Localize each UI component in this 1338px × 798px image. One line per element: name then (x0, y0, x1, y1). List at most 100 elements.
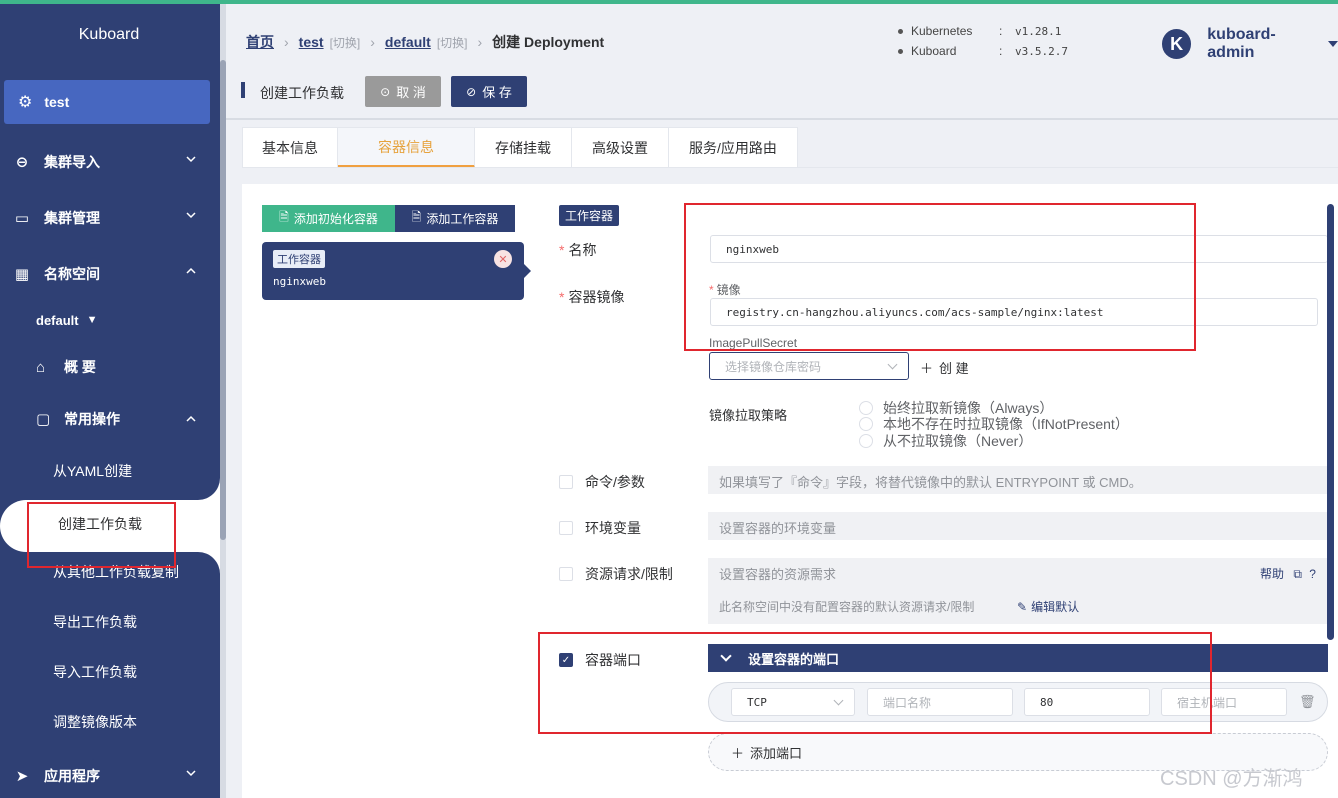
create-secret-link[interactable]: ＋ 创 建 (920, 358, 969, 377)
cluster-name: test (44, 94, 70, 110)
switch-cluster-link[interactable]: [切换] (330, 34, 361, 51)
name-label: * 名称 (559, 242, 597, 258)
send-icon: ➤ (15, 768, 29, 785)
title-marker (241, 82, 245, 98)
sidebar-item-overview[interactable]: ⌂ 概 要 (36, 347, 96, 387)
sidebar-leaf-export[interactable]: 导出工作负载 (53, 604, 137, 640)
add-init-container-button[interactable]: 🗎 添加初始化容器 (262, 205, 395, 232)
sidebar-leaf-import[interactable]: 导入工作负载 (53, 654, 137, 690)
plus-icon: ＋ (731, 745, 745, 761)
namespace-name: default (36, 312, 79, 328)
cancel-button[interactable]: ⊙ 取 消 (365, 76, 441, 107)
add-work-container-button[interactable]: 🗎 添加工作容器 (395, 205, 515, 232)
cancel-icon: ⊙ (380, 84, 391, 99)
page-title: 创建工作负载 (260, 85, 344, 101)
sidebar-item-label: 名称空间 (44, 266, 100, 282)
version-colon: : (999, 44, 1003, 58)
breadcrumb-home[interactable]: 首页 (246, 32, 274, 52)
version-kuboard: Kuboard : v3.5.2.7 (898, 44, 1068, 58)
resources-hint-bar: 设置容器的资源需求 帮助 ⧉ ? 此名称空间中没有配置容器的默认资源请求/限制 … (708, 558, 1328, 624)
sidebar-leaf-image-version[interactable]: 调整镜像版本 (53, 704, 137, 740)
version-key: Kuboard (911, 44, 957, 58)
highlight-box-ports (538, 632, 1212, 734)
tab-storage[interactable]: 存储挂载 (475, 127, 572, 168)
app-logo: Kuboard (78, 26, 140, 43)
env-checkbox[interactable]: 环境变量 (559, 518, 641, 538)
chevron-down-icon (186, 156, 196, 163)
sidebar-cluster-test[interactable]: ⚙ test (4, 80, 210, 124)
user-menu[interactable]: K kuboard-admin (1162, 26, 1338, 62)
tab-underline (242, 167, 1338, 168)
pull-secret-select[interactable]: 选择镜像仓库密码 (709, 352, 909, 380)
container-card-nginxweb[interactable]: 工作容器 nginxweb ✕ (262, 242, 531, 300)
help-link[interactable]: 帮助 ⧉ ? (1260, 565, 1316, 582)
hint-text: 设置容器的环境变量 (719, 521, 837, 536)
breadcrumb-cluster[interactable]: test (299, 34, 324, 50)
divider (226, 118, 1338, 120)
tab-basic-info[interactable]: 基本信息 (242, 127, 338, 168)
sidebar-leaf-yaml[interactable]: 从YAML创建 (53, 453, 132, 489)
namespace-selector[interactable]: default ▼ (36, 300, 98, 340)
bullet-icon (898, 48, 903, 54)
tab-bar: 基本信息 容器信息 存储挂载 高级设置 服务/应用路由 (242, 127, 798, 168)
sidebar-item-label: 常用操作 (64, 411, 120, 427)
image-label: * 容器镜像 (559, 289, 625, 305)
bullet-icon (898, 28, 903, 34)
sidebar-item-namespace[interactable]: ▦ 名称空间 (0, 254, 218, 294)
breadcrumb: 首页 › test [切换] › default [切换] › 创建 Deplo… (246, 32, 604, 52)
folder-icon: ▢ (36, 411, 51, 428)
sidebar-item-label: 集群导入 (44, 154, 100, 170)
resources-checkbox[interactable]: 资源请求/限制 (559, 564, 673, 584)
chevron-down-icon (186, 770, 196, 777)
hint-text: 如果填写了『命令』字段，将替代镜像中的默认 ENTRYPOINT 或 CMD。 (719, 475, 1142, 490)
tab-advanced[interactable]: 高级设置 (572, 127, 669, 168)
pull-policy-never[interactable]: 从不拉取镜像（Never） (859, 431, 1032, 451)
sidebar-scrollbar[interactable] (220, 60, 226, 540)
version-value: v1.28.1 (1015, 24, 1062, 38)
version-key: Kubernetes (911, 24, 973, 38)
add-port-label: 添加端口 (750, 745, 803, 761)
tab-service-route[interactable]: 服务/应用路由 (669, 127, 798, 168)
sidebar-item-label: 应用程序 (44, 768, 100, 784)
save-label: 保 存 (482, 85, 512, 100)
container-name: nginxweb (273, 275, 326, 288)
chevron-right-icon: › (477, 34, 483, 50)
resources-note: 此名称空间中没有配置容器的默认资源请求/限制 (719, 600, 975, 614)
card-pointer (524, 264, 531, 278)
cmd-checkbox[interactable]: 命令/参数 (559, 472, 645, 492)
edit-default-link[interactable]: ✎ 编辑默认 (1017, 598, 1079, 615)
tab-container-info[interactable]: 容器信息 (338, 127, 475, 168)
sidebar-item-cluster-manage[interactable]: ▭ 集群管理 (0, 198, 218, 238)
highlight-box-sidebar (27, 502, 176, 568)
container-type-tag: 工作容器 (273, 250, 325, 268)
close-icon[interactable]: ✕ (494, 250, 512, 268)
env-hint-bar: 设置容器的环境变量 (708, 512, 1328, 540)
home-icon: ⌂ (36, 358, 46, 376)
link-icon: ⊖ (15, 154, 29, 171)
active-corner-bottom (196, 552, 220, 574)
sidebar-item-cluster-import[interactable]: ⊖ 集群导入 (0, 142, 218, 182)
version-value: v3.5.2.7 (1015, 44, 1068, 58)
chevron-right-icon: › (284, 34, 289, 50)
breadcrumb-namespace[interactable]: default (385, 34, 431, 50)
sidebar-item-common-ops[interactable]: ▢ 常用操作 (36, 399, 206, 439)
caret-down-icon: ▼ (86, 314, 98, 326)
version-colon: : (999, 24, 1003, 38)
avatar: K (1162, 29, 1192, 59)
section-tag: 工作容器 (559, 205, 620, 226)
main-scrollbar[interactable] (1327, 204, 1334, 640)
trash-icon[interactable]: 🗑 (1299, 694, 1316, 710)
sidebar-item-apps[interactable]: ➤ 应用程序 (0, 756, 218, 796)
switch-namespace-link[interactable]: [切换] (437, 34, 468, 51)
cancel-label: 取 消 (396, 85, 426, 100)
button-label: 添加工作容器 (426, 212, 499, 226)
header: 首页 › test [切换] › default [切换] › 创建 Deplo… (226, 4, 1338, 72)
user-name: kuboard-admin (1207, 26, 1276, 61)
watermark: CSDN @方渐鸿 (1160, 768, 1303, 790)
chevron-down-icon (887, 359, 898, 370)
select-placeholder: 选择镜像仓库密码 (725, 359, 822, 374)
save-button[interactable]: ⊘ 保 存 (451, 76, 527, 107)
question-icon: ? (1309, 567, 1316, 581)
breadcrumb-current: 创建 Deployment (492, 34, 605, 50)
chevron-down-icon (186, 212, 196, 219)
